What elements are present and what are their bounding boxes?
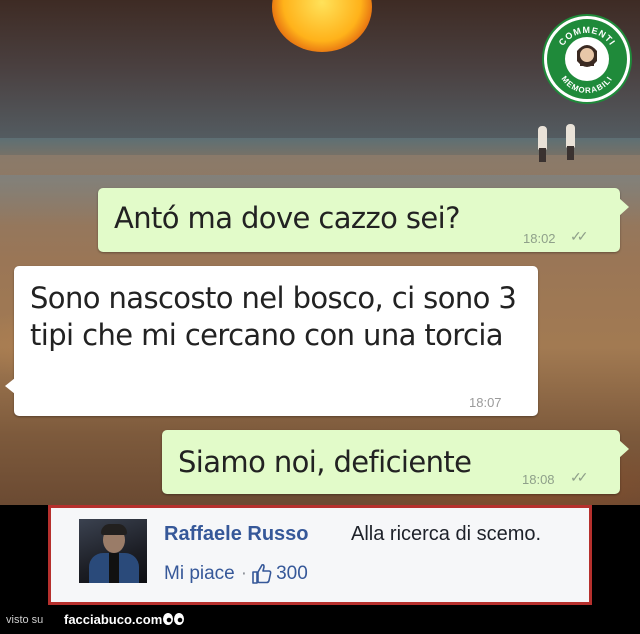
double-check-icon: ✓✓	[570, 469, 589, 485]
site-link[interactable]: facciabuco.com	[64, 612, 162, 627]
meme-image: COMMENTI MEMORABILI Antó ma dove cazzo s…	[0, 0, 640, 634]
visto-su-label: visto su	[6, 614, 44, 626]
avatar-stripe	[109, 553, 119, 583]
comment-actions: Mi piace · 300	[164, 563, 308, 585]
message-text: Sono nascosto nel bosco, ci sono 3 tipi …	[30, 281, 517, 352]
eyes-icon	[163, 613, 184, 625]
person-silhouette	[566, 124, 575, 160]
message-time: 18:02	[523, 231, 556, 246]
avatar[interactable]	[79, 519, 147, 583]
chat-bubble-incoming[interactable]: Sono nascosto nel bosco, ci sono 3 tipi …	[5, 266, 538, 416]
message-time: 18:08	[522, 472, 555, 487]
bubble-tail	[619, 198, 629, 216]
logo-emblem-icon: COMMENTI MEMORABILI	[557, 25, 617, 95]
thumbs-up-icon[interactable]	[251, 563, 273, 585]
message-text: Antó ma dove cazzo sei?	[114, 201, 460, 235]
like-count: 300	[276, 563, 308, 584]
facebook-comment: Raffaele Russo Alla ricerca di scemo. Mi…	[48, 505, 592, 605]
message-text: Siamo noi, deficiente	[178, 445, 472, 479]
separator: ·	[240, 563, 248, 584]
double-check-icon: ✓✓	[570, 228, 589, 244]
bubble-tail	[5, 378, 15, 394]
comment-author-link[interactable]: Raffaele Russo	[164, 523, 309, 546]
person-silhouette	[538, 126, 547, 162]
comment-text: Alla ricerca di scemo.	[351, 523, 542, 545]
avatar-hair	[101, 524, 127, 535]
watermark-footer: visto su facciabuco.com	[0, 605, 640, 634]
like-button[interactable]: Mi piace	[164, 563, 235, 585]
bubble-tail	[619, 440, 629, 458]
message-time: 18:07	[469, 395, 502, 410]
commenti-memorabili-logo: COMMENTI MEMORABILI	[544, 16, 630, 102]
chat-bubble-outgoing[interactable]: Antó ma dove cazzo sei? 18:02 ✓✓	[98, 188, 629, 252]
chat-bubble-outgoing[interactable]: Siamo noi, deficiente 18:08 ✓✓	[162, 430, 629, 494]
